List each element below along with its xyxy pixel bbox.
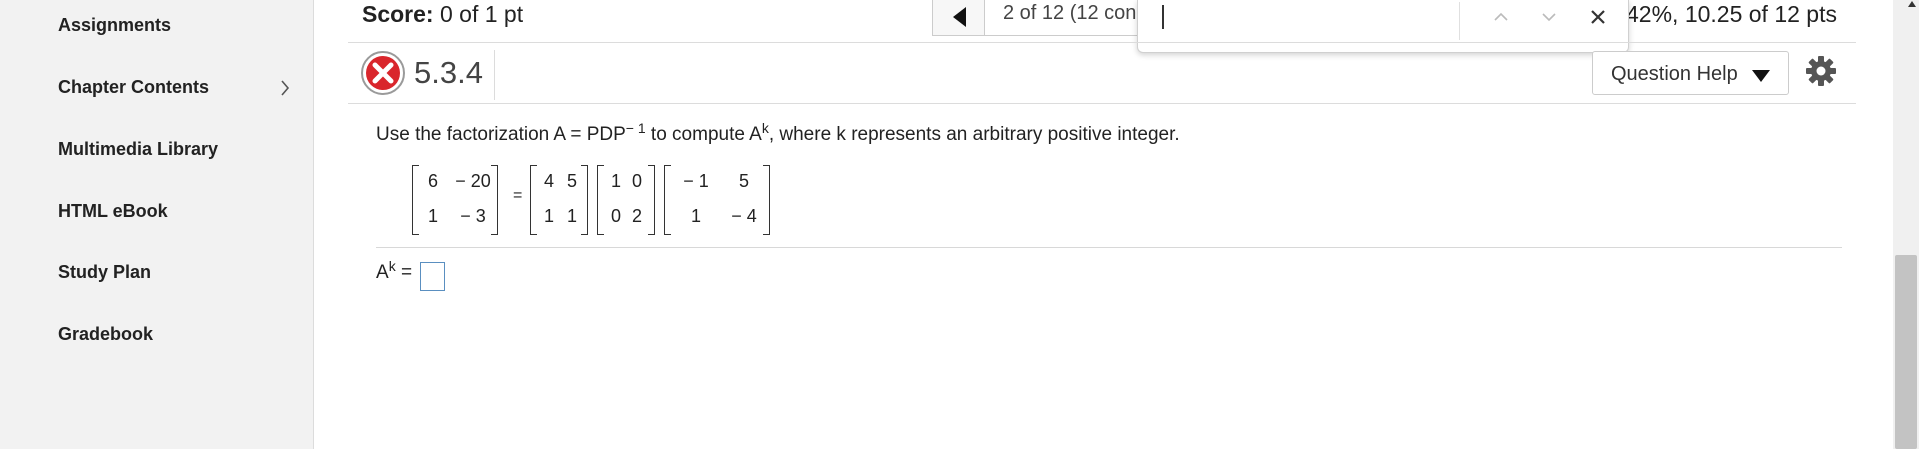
find-bar — [1137, 0, 1629, 53]
divider — [494, 50, 495, 100]
answer-label-base: A — [376, 262, 389, 283]
question-help-button[interactable]: Question Help — [1592, 51, 1789, 95]
matrix-a: 6 − 20 1 − 3 — [412, 165, 498, 235]
matrix-p-inverse: − 1 5 1 − 4 — [664, 165, 770, 235]
find-divider — [1459, 2, 1460, 40]
matrix-cell: 0 — [631, 171, 642, 191]
close-icon — [1591, 10, 1605, 24]
sidebar-item-label: Assignments — [58, 15, 172, 35]
sidebar-item-label: Multimedia Library — [58, 139, 219, 159]
sidebar-item-label: Study Plan — [58, 262, 152, 282]
answer-label-equals: = — [395, 262, 413, 283]
matrix-cell: 1 — [427, 206, 438, 226]
matrix-cell: 4 — [543, 171, 554, 191]
matrix-cell: − 20 — [455, 171, 491, 191]
matrix-cell: − 3 — [460, 206, 486, 226]
chevron-right-icon[interactable] — [274, 72, 298, 102]
matrix-cell: 5 — [566, 171, 577, 191]
sidebar: Assignments Chapter Contents Multimedia … — [0, 0, 314, 449]
question-prompt: Use the factorization A = PDP− 1 to comp… — [376, 120, 1180, 146]
matrix-cell: 6 — [427, 171, 438, 191]
equals-sign: = — [513, 187, 523, 204]
triangle-down-icon — [1752, 70, 1770, 82]
matrix-cell: − 4 — [731, 206, 757, 226]
sidebar-item-label: HTML eBook — [58, 201, 168, 221]
matrix-cell: 1 — [690, 206, 701, 226]
divider — [348, 42, 1856, 43]
matrix-cell: 1 — [543, 206, 554, 226]
question-position[interactable]: 2 of 12 (12 con — [1003, 2, 1143, 25]
scrollbar-thumb[interactable] — [1895, 255, 1917, 449]
prompt-exponent: − 1 — [625, 120, 646, 136]
score-label: Score: — [362, 1, 434, 27]
sidebar-item-assignments[interactable]: Assignments — [58, 10, 298, 40]
matrix-d: 1 0 0 2 — [597, 165, 655, 235]
gear-icon[interactable] — [1805, 55, 1837, 87]
prompt-exponent: k — [761, 120, 769, 136]
text-caret — [1162, 5, 1164, 29]
sidebar-item-html-ebook[interactable]: HTML eBook — [58, 196, 298, 226]
incorrect-icon — [360, 50, 406, 96]
prompt-text: , where k represents an arbitrary positi… — [768, 124, 1180, 145]
question-number: 5.3.4 — [414, 55, 483, 90]
answer-input[interactable] — [420, 262, 445, 291]
sidebar-item-chapter-contents[interactable]: Chapter Contents — [58, 72, 298, 102]
find-input[interactable] — [1150, 4, 1454, 36]
score-value: 0 of 1 pt — [439, 1, 524, 27]
matrix-p: 4 5 1 1 — [530, 165, 588, 235]
matrix-cell: − 1 — [683, 171, 709, 191]
answer-label-exponent: k — [388, 258, 396, 274]
sidebar-item-multimedia-library[interactable]: Multimedia Library — [58, 134, 298, 164]
chevron-down-icon — [1542, 13, 1556, 22]
prompt-text: Use the factorization A = PDP — [376, 124, 626, 145]
divider — [348, 103, 1856, 104]
sidebar-item-study-plan[interactable]: Study Plan — [58, 257, 298, 287]
matrix-cell: 5 — [738, 171, 749, 191]
matrix-cell: 0 — [610, 206, 621, 226]
find-close-button[interactable] — [1582, 6, 1614, 32]
question-navigator: 2 of 12 (12 con — [932, 0, 1142, 36]
triangle-left-icon — [953, 7, 966, 27]
overall-score: 42%, 10.25 of 12 pts — [1626, 1, 1837, 27]
chevron-up-icon — [1494, 12, 1508, 21]
prompt-text: to compute A — [645, 124, 762, 145]
score: Score: 0 of 1 pt — [362, 0, 523, 28]
sidebar-item-label: Chapter Contents — [58, 77, 210, 97]
matrix-cell: 2 — [631, 206, 642, 226]
find-previous-button[interactable] — [1485, 6, 1517, 32]
find-next-button[interactable] — [1533, 6, 1565, 32]
sidebar-item-gradebook[interactable]: Gradebook — [58, 319, 298, 349]
previous-question-button[interactable] — [933, 0, 985, 35]
divider — [376, 247, 1842, 248]
matrix-cell: 1 — [610, 171, 621, 191]
scroll-up-arrow-icon[interactable] — [1907, 0, 1917, 8]
answer-label: Ak = — [376, 258, 413, 284]
question-help-label: Question Help — [1611, 63, 1738, 85]
matrix-cell: 1 — [566, 206, 577, 226]
sidebar-item-label: Gradebook — [58, 324, 154, 344]
